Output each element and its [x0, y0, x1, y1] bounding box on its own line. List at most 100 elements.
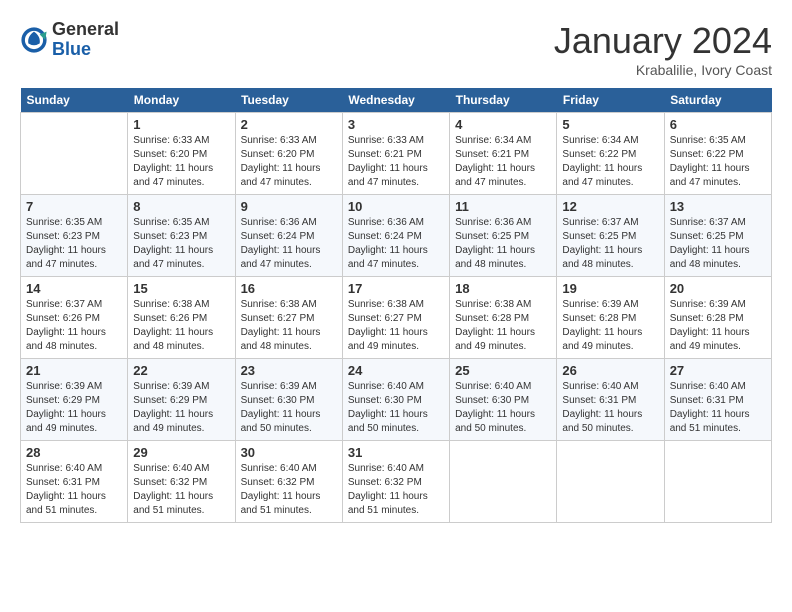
date-number: 10 [348, 199, 444, 214]
logo-general: General [52, 20, 119, 40]
cell-info: Sunrise: 6:33 AMSunset: 6:21 PMDaylight:… [348, 134, 444, 190]
cell-info: Sunrise: 6:38 AMSunset: 6:27 PMDaylight:… [241, 298, 337, 354]
day-header-thursday: Thursday [450, 88, 557, 113]
logo-icon [20, 26, 48, 54]
cell-info: Sunrise: 6:36 AMSunset: 6:25 PMDaylight:… [455, 216, 551, 272]
calendar-cell: 24 Sunrise: 6:40 AMSunset: 6:30 PMDayligh… [342, 359, 449, 441]
date-number: 12 [562, 199, 658, 214]
calendar-cell: 7 Sunrise: 6:35 AMSunset: 6:23 PMDaylight… [21, 195, 128, 277]
date-number: 8 [133, 199, 229, 214]
cell-info: Sunrise: 6:40 AMSunset: 6:31 PMDaylight:… [562, 380, 658, 436]
calendar-cell [557, 441, 664, 523]
cell-info: Sunrise: 6:33 AMSunset: 6:20 PMDaylight:… [241, 134, 337, 190]
logo-text: General Blue [52, 20, 119, 60]
date-number: 15 [133, 281, 229, 296]
page-header: General Blue January 2024 Krabalilie, Iv… [20, 20, 772, 78]
calendar-cell [664, 441, 771, 523]
calendar-cell: 3 Sunrise: 6:33 AMSunset: 6:21 PMDaylight… [342, 113, 449, 195]
date-number: 9 [241, 199, 337, 214]
cell-info: Sunrise: 6:37 AMSunset: 6:26 PMDaylight:… [26, 298, 122, 354]
week-row-1: 1 Sunrise: 6:33 AMSunset: 6:20 PMDaylight… [21, 113, 772, 195]
date-number: 27 [670, 363, 766, 378]
calendar-cell: 27 Sunrise: 6:40 AMSunset: 6:31 PMDayligh… [664, 359, 771, 441]
calendar-cell: 29 Sunrise: 6:40 AMSunset: 6:32 PMDayligh… [128, 441, 235, 523]
date-number: 30 [241, 445, 337, 460]
cell-info: Sunrise: 6:34 AMSunset: 6:22 PMDaylight:… [562, 134, 658, 190]
cell-info: Sunrise: 6:40 AMSunset: 6:32 PMDaylight:… [348, 462, 444, 518]
logo: General Blue [20, 20, 119, 60]
calendar-cell: 23Sunrise: 6:39 AMSunset: 6:30 PMDayligh… [235, 359, 342, 441]
cell-info: Sunrise: 6:39 AMSunset: 6:30 PMDaylight:… [241, 380, 337, 436]
cell-info: Sunrise: 6:37 AMSunset: 6:25 PMDaylight:… [562, 216, 658, 272]
calendar-cell: 9 Sunrise: 6:36 AMSunset: 6:24 PMDaylight… [235, 195, 342, 277]
calendar-cell: 18Sunrise: 6:38 AMSunset: 6:28 PMDayligh… [450, 277, 557, 359]
week-row-3: 14 Sunrise: 6:37 AMSunset: 6:26 PMDayligh… [21, 277, 772, 359]
cell-info: Sunrise: 6:34 AMSunset: 6:21 PMDaylight:… [455, 134, 551, 190]
calendar-cell: 21 Sunrise: 6:39 AMSunset: 6:29 PMDayligh… [21, 359, 128, 441]
calendar-cell: 20 Sunrise: 6:39 AMSunset: 6:28 PMDayligh… [664, 277, 771, 359]
date-number: 29 [133, 445, 229, 460]
date-number: 13 [670, 199, 766, 214]
cell-info: Sunrise: 6:39 AMSunset: 6:28 PMDaylight:… [562, 298, 658, 354]
cell-info: Sunrise: 6:37 AMSunset: 6:25 PMDaylight:… [670, 216, 766, 272]
cell-info: Sunrise: 6:40 AMSunset: 6:30 PMDaylight:… [348, 380, 444, 436]
day-header-sunday: Sunday [21, 88, 128, 113]
calendar-cell: 31Sunrise: 6:40 AMSunset: 6:32 PMDayligh… [342, 441, 449, 523]
calendar-cell [450, 441, 557, 523]
calendar-cell: 13 Sunrise: 6:37 AMSunset: 6:25 PMDayligh… [664, 195, 771, 277]
date-number: 11 [455, 199, 551, 214]
calendar-cell: 11 Sunrise: 6:36 AMSunset: 6:25 PMDayligh… [450, 195, 557, 277]
cell-info: Sunrise: 6:40 AMSunset: 6:32 PMDaylight:… [241, 462, 337, 518]
date-number: 1 [133, 117, 229, 132]
date-number: 24 [348, 363, 444, 378]
cell-info: Sunrise: 6:35 AMSunset: 6:23 PMDaylight:… [26, 216, 122, 272]
header-row: SundayMondayTuesdayWednesdayThursdayFrid… [21, 88, 772, 113]
week-row-5: 28Sunrise: 6:40 AMSunset: 6:31 PMDayligh… [21, 441, 772, 523]
date-number: 3 [348, 117, 444, 132]
date-number: 20 [670, 281, 766, 296]
date-number: 25 [455, 363, 551, 378]
cell-info: Sunrise: 6:39 AMSunset: 6:29 PMDaylight:… [26, 380, 122, 436]
calendar-cell: 14 Sunrise: 6:37 AMSunset: 6:26 PMDayligh… [21, 277, 128, 359]
date-number: 7 [26, 199, 122, 214]
date-number: 26 [562, 363, 658, 378]
cell-info: Sunrise: 6:38 AMSunset: 6:27 PMDaylight:… [348, 298, 444, 354]
cell-info: Sunrise: 6:36 AMSunset: 6:24 PMDaylight:… [348, 216, 444, 272]
calendar-cell: 2Sunrise: 6:33 AMSunset: 6:20 PMDaylight… [235, 113, 342, 195]
calendar-cell: 4Sunrise: 6:34 AMSunset: 6:21 PMDaylight… [450, 113, 557, 195]
date-number: 17 [348, 281, 444, 296]
calendar-cell: 26 Sunrise: 6:40 AMSunset: 6:31 PMDayligh… [557, 359, 664, 441]
week-row-4: 21 Sunrise: 6:39 AMSunset: 6:29 PMDayligh… [21, 359, 772, 441]
day-header-saturday: Saturday [664, 88, 771, 113]
date-number: 5 [562, 117, 658, 132]
calendar-cell: 15Sunrise: 6:38 AMSunset: 6:26 PMDayligh… [128, 277, 235, 359]
date-number: 18 [455, 281, 551, 296]
cell-info: Sunrise: 6:40 AMSunset: 6:32 PMDaylight:… [133, 462, 229, 518]
cell-info: Sunrise: 6:36 AMSunset: 6:24 PMDaylight:… [241, 216, 337, 272]
cell-info: Sunrise: 6:39 AMSunset: 6:29 PMDaylight:… [133, 380, 229, 436]
day-header-tuesday: Tuesday [235, 88, 342, 113]
calendar-cell [21, 113, 128, 195]
date-number: 19 [562, 281, 658, 296]
cell-info: Sunrise: 6:35 AMSunset: 6:22 PMDaylight:… [670, 134, 766, 190]
calendar-cell: 19 Sunrise: 6:39 AMSunset: 6:28 PMDayligh… [557, 277, 664, 359]
calendar-cell: 12 Sunrise: 6:37 AMSunset: 6:25 PMDayligh… [557, 195, 664, 277]
calendar-cell: 10 Sunrise: 6:36 AMSunset: 6:24 PMDayligh… [342, 195, 449, 277]
calendar-cell: 8Sunrise: 6:35 AMSunset: 6:23 PMDaylight… [128, 195, 235, 277]
calendar-cell: 5 Sunrise: 6:34 AMSunset: 6:22 PMDaylight… [557, 113, 664, 195]
calendar-cell: 1 Sunrise: 6:33 AMSunset: 6:20 PMDaylight… [128, 113, 235, 195]
title-block: January 2024 Krabalilie, Ivory Coast [554, 20, 772, 78]
day-header-wednesday: Wednesday [342, 88, 449, 113]
calendar-table: SundayMondayTuesdayWednesdayThursdayFrid… [20, 88, 772, 523]
logo-blue: Blue [52, 40, 119, 60]
date-number: 14 [26, 281, 122, 296]
calendar-cell: 16Sunrise: 6:38 AMSunset: 6:27 PMDayligh… [235, 277, 342, 359]
date-number: 28 [26, 445, 122, 460]
calendar-cell: 17 Sunrise: 6:38 AMSunset: 6:27 PMDayligh… [342, 277, 449, 359]
cell-info: Sunrise: 6:40 AMSunset: 6:31 PMDaylight:… [670, 380, 766, 436]
day-header-friday: Friday [557, 88, 664, 113]
cell-info: Sunrise: 6:33 AMSunset: 6:20 PMDaylight:… [133, 134, 229, 190]
cell-info: Sunrise: 6:39 AMSunset: 6:28 PMDaylight:… [670, 298, 766, 354]
date-number: 21 [26, 363, 122, 378]
calendar-cell: 30 Sunrise: 6:40 AMSunset: 6:32 PMDayligh… [235, 441, 342, 523]
